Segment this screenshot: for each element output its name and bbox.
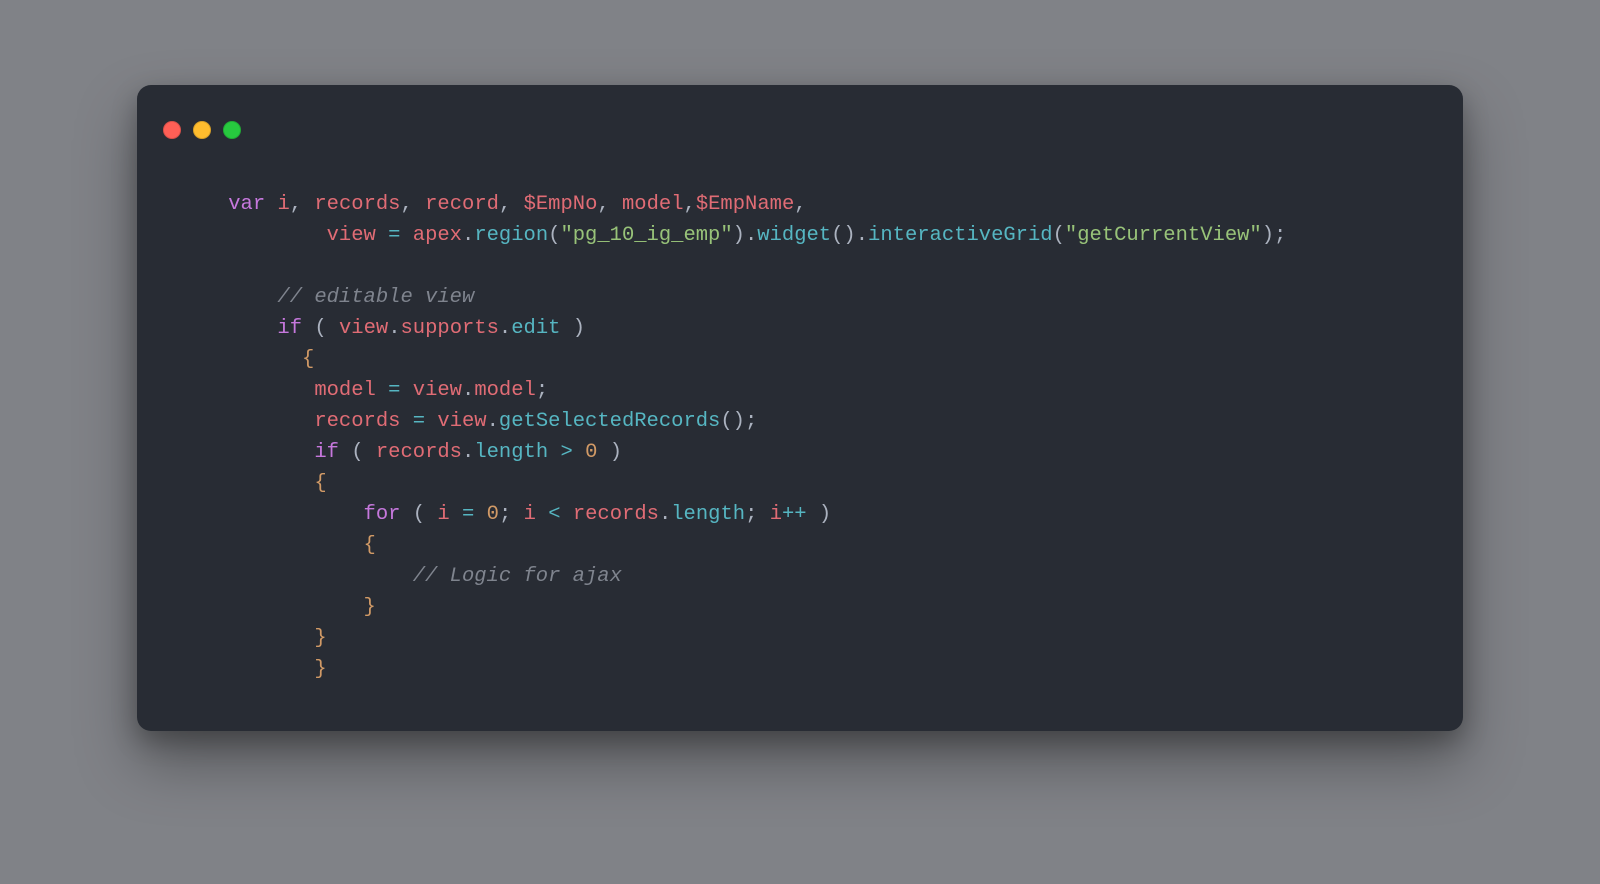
lparen: ( — [1053, 224, 1065, 247]
semi: ; — [1274, 224, 1286, 247]
kw-for: for — [364, 503, 401, 526]
lparen: ( — [831, 224, 843, 247]
fn-interactivegrid: interactiveGrid — [868, 224, 1053, 247]
rparen: ) — [1262, 224, 1274, 247]
comma: , — [499, 193, 511, 216]
lparen: ( — [314, 317, 326, 340]
code-window: var i, records, record, $EmpNo, model,$E… — [137, 85, 1463, 731]
comma: , — [684, 193, 696, 216]
dot: . — [856, 224, 868, 247]
id-view: view — [413, 379, 462, 402]
fn-getselectedrecords: getSelectedRecords — [499, 410, 720, 433]
dot: . — [659, 503, 671, 526]
lbrace: { — [302, 348, 314, 371]
window-minimize-icon[interactable] — [193, 121, 211, 139]
id-empno: $EmpNo — [524, 193, 598, 216]
rbrace: } — [364, 596, 376, 619]
comma: , — [290, 193, 302, 216]
kw-if: if — [314, 441, 339, 464]
kw-var: var — [228, 193, 265, 216]
rparen: ) — [733, 224, 745, 247]
rparen: ) — [733, 410, 745, 433]
kw-if: if — [277, 317, 302, 340]
dot: . — [499, 317, 511, 340]
lparen: ( — [548, 224, 560, 247]
comma: , — [794, 193, 806, 216]
window-titlebar — [137, 85, 1463, 153]
window-maximize-icon[interactable] — [223, 121, 241, 139]
id-edit: edit — [511, 317, 560, 340]
dot: . — [462, 224, 474, 247]
lparen: ( — [351, 441, 363, 464]
semi: ; — [499, 503, 511, 526]
num-zero: 0 — [585, 441, 597, 464]
id-model: model — [314, 379, 376, 402]
semi: ; — [536, 379, 548, 402]
id-view: view — [339, 317, 388, 340]
op-eq: = — [413, 410, 425, 433]
id-records: records — [314, 410, 400, 433]
code-block: var i, records, record, $EmpNo, model,$E… — [137, 189, 1463, 685]
id-records: records — [314, 193, 400, 216]
id-records: records — [573, 503, 659, 526]
id-model: model — [622, 193, 684, 216]
id-supports: supports — [401, 317, 499, 340]
op-pp: ++ — [782, 503, 807, 526]
fn-widget: widget — [757, 224, 831, 247]
id-view: view — [437, 410, 486, 433]
id-records: records — [376, 441, 462, 464]
id-empname: $EmpName — [696, 193, 794, 216]
lbrace: { — [364, 534, 376, 557]
lparen: ( — [413, 503, 425, 526]
id-i: i — [277, 193, 289, 216]
id-apex: apex — [413, 224, 462, 247]
dot: . — [462, 441, 474, 464]
str-getcurrentview: "getCurrentView" — [1065, 224, 1262, 247]
id-model: model — [474, 379, 536, 402]
id-i: i — [770, 503, 782, 526]
lparen: ( — [720, 410, 732, 433]
rbrace: } — [314, 658, 326, 681]
rparen: ) — [573, 317, 585, 340]
rparen: ) — [610, 441, 622, 464]
fn-region: region — [474, 224, 548, 247]
rparen: ) — [843, 224, 855, 247]
dot: . — [388, 317, 400, 340]
str-region: "pg_10_ig_emp" — [560, 224, 732, 247]
id-i: i — [524, 503, 536, 526]
id-length: length — [671, 503, 745, 526]
num-zero: 0 — [487, 503, 499, 526]
dot: . — [462, 379, 474, 402]
lbrace: { — [314, 472, 326, 495]
comment-editable: // editable view — [277, 286, 474, 309]
dot: . — [745, 224, 757, 247]
id-view: view — [327, 224, 376, 247]
dot: . — [487, 410, 499, 433]
comma: , — [401, 193, 413, 216]
op-lt: < — [548, 503, 560, 526]
window-close-icon[interactable] — [163, 121, 181, 139]
id-length: length — [474, 441, 548, 464]
op-eq: = — [388, 379, 400, 402]
semi: ; — [745, 410, 757, 433]
op-gt: > — [560, 441, 572, 464]
op-eq: = — [388, 224, 400, 247]
id-i: i — [437, 503, 449, 526]
comment-logic: // Logic for ajax — [413, 565, 622, 588]
stage: var i, records, record, $EmpNo, model,$E… — [0, 0, 1600, 884]
op-eq: = — [462, 503, 474, 526]
rparen: ) — [819, 503, 831, 526]
semi: ; — [745, 503, 757, 526]
id-record: record — [425, 193, 499, 216]
comma: , — [597, 193, 609, 216]
rbrace: } — [314, 627, 326, 650]
